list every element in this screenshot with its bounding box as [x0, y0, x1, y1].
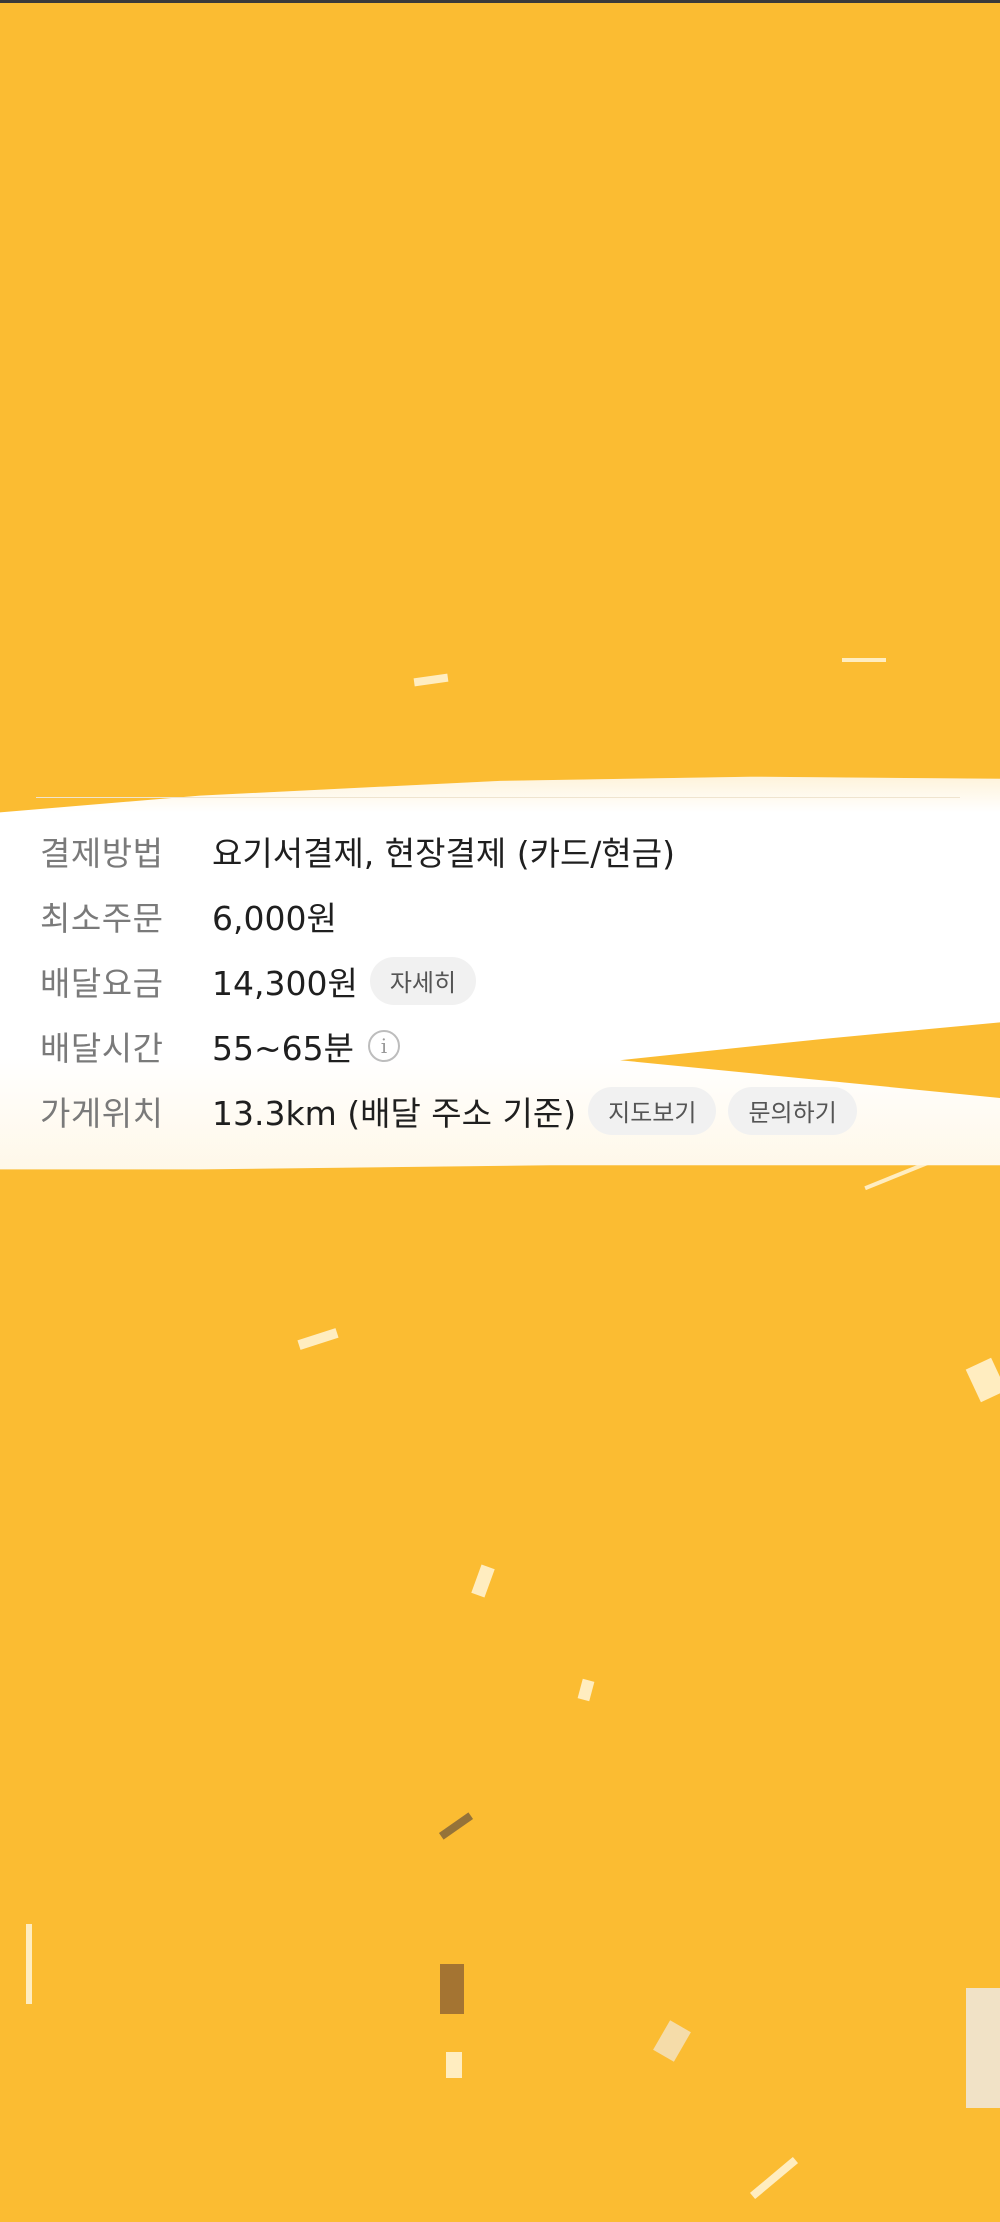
background-speck: [440, 1964, 464, 2014]
section-divider: [36, 797, 960, 798]
info-row-delivery-fee: 배달요금 14,300원 자세히: [40, 948, 980, 1013]
background-speck: [653, 2020, 691, 2062]
background-speck: [297, 1328, 339, 1350]
background-speck: [26, 1924, 32, 2004]
payment-label: 결제방법: [40, 833, 164, 873]
info-row-payment: 결제방법 요기서결제, 현장결제 (카드/현금): [40, 818, 980, 883]
store-info-list: 결제방법 요기서결제, 현장결제 (카드/현금) 최소주문 6,000원 배달요…: [40, 818, 980, 1143]
delivery-fee-value: 14,300원: [212, 963, 358, 1003]
background-speck: [749, 2156, 799, 2200]
delivery-fee-detail-button[interactable]: 자세히: [369, 956, 477, 1005]
info-row-min-order: 최소주문 6,000원: [40, 883, 980, 948]
info-row-location: 가게위치 13.3km (배달 주소 기준) 지도보기 문의하기: [40, 1078, 980, 1143]
background-speck: [966, 1988, 1000, 2108]
background-speck: [413, 673, 449, 687]
background-speck: [842, 658, 886, 662]
info-icon[interactable]: i: [368, 1029, 400, 1062]
background-speck: [438, 1812, 474, 1840]
location-label: 가게위치: [40, 1093, 164, 1133]
info-row-delivery-time: 배달시간 55~65분 i: [40, 1013, 980, 1078]
background-speck: [577, 1678, 595, 1702]
status-bar-edge: [0, 0, 1000, 3]
inquiry-button[interactable]: 문의하기: [728, 1086, 857, 1135]
location-value: 13.3km (배달 주소 기준): [212, 1093, 577, 1133]
background-speck: [446, 2052, 462, 2078]
min-order-value: 6,000원: [212, 898, 337, 938]
map-view-button[interactable]: 지도보기: [588, 1086, 717, 1135]
min-order-label: 최소주문: [40, 898, 164, 938]
background-speck: [965, 1357, 1000, 1403]
background-speck: [471, 1564, 495, 1598]
delivery-time-label: 배달시간: [40, 1028, 164, 1068]
payment-value: 요기서결제, 현장결제 (카드/현금): [212, 833, 676, 873]
delivery-fee-label: 배달요금: [40, 963, 164, 1003]
delivery-time-value: 55~65분: [212, 1028, 354, 1068]
